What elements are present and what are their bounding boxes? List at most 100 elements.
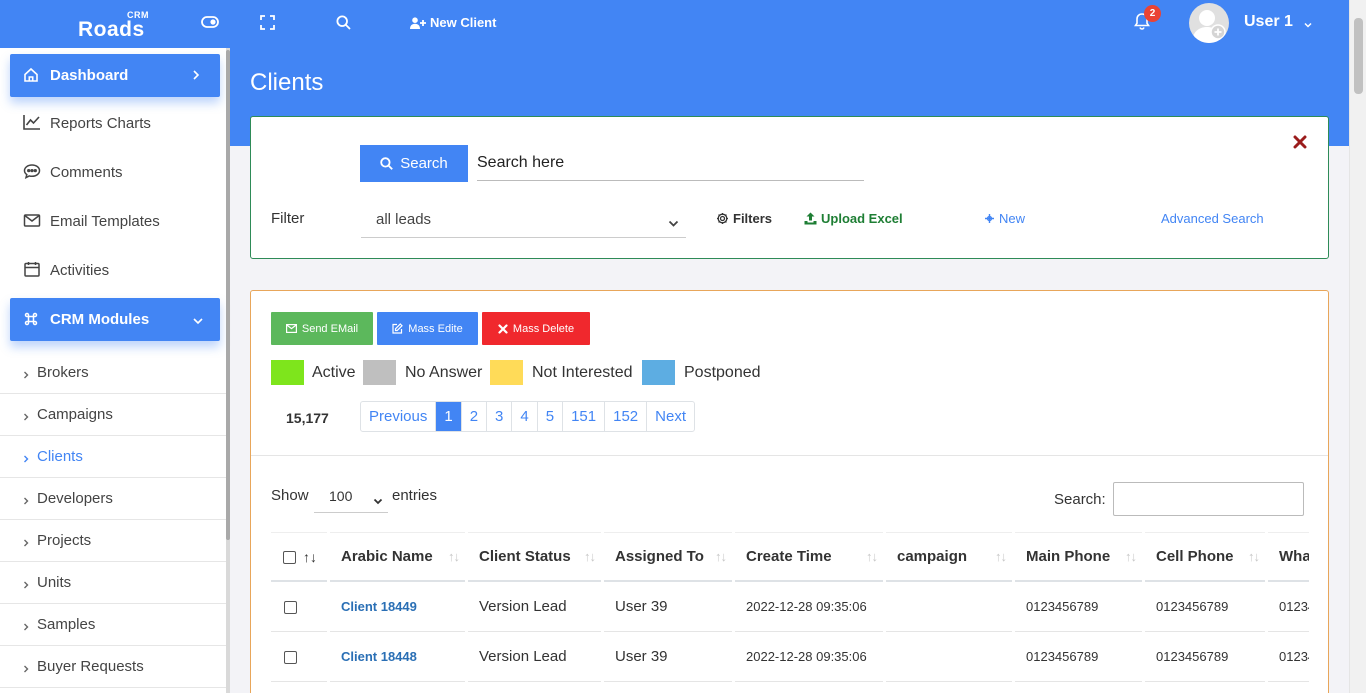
chevron-down-icon bbox=[373, 492, 383, 508]
chevron-right-icon bbox=[23, 493, 29, 510]
chevron-down-icon[interactable] bbox=[1303, 16, 1313, 34]
sort-icon[interactable]: ↑↓ bbox=[303, 549, 317, 565]
select-all-checkbox[interactable] bbox=[283, 550, 296, 564]
search-button-label: Search bbox=[400, 155, 448, 172]
sidebar-item-label: CRM Modules bbox=[50, 311, 150, 328]
sidebar-item-comments[interactable]: Comments bbox=[0, 153, 226, 193]
page-2[interactable]: 2 bbox=[460, 402, 486, 431]
chevron-right-icon bbox=[23, 535, 29, 552]
main-phone-cell: 0123456789 bbox=[1015, 582, 1142, 632]
clients-table: ↑↓ Arabic Name ↑↓ Client Status ↑↓ Assigne… bbox=[271, 532, 1309, 682]
upload-excel-link[interactable]: Upload Excel bbox=[804, 211, 903, 226]
search-input[interactable] bbox=[477, 145, 864, 181]
legend-label: Active bbox=[312, 364, 356, 381]
plus-icon bbox=[985, 214, 994, 223]
sidebar-item-samples[interactable]: Samples bbox=[0, 604, 226, 646]
sidebar-item-label: Clients bbox=[37, 448, 83, 465]
column-header-campaign[interactable]: campaign ↑↓ bbox=[886, 532, 1012, 582]
logo[interactable]: CRM Roads bbox=[78, 10, 158, 41]
new-link[interactable]: New bbox=[984, 211, 1025, 226]
page-1[interactable]: 1 bbox=[435, 402, 461, 431]
sidebar-item-developers[interactable]: Developers bbox=[0, 478, 226, 520]
mass-edit-button[interactable]: Mass Edite bbox=[377, 312, 478, 345]
new-client-button[interactable]: New Client bbox=[410, 15, 496, 30]
filters-link[interactable]: Filters bbox=[716, 211, 772, 226]
page-152[interactable]: 152 bbox=[604, 402, 646, 431]
table-row: Client 18449 Version Lead User 39 2022-1… bbox=[271, 582, 1309, 632]
sidebar-item-activities[interactable]: Activities bbox=[0, 251, 226, 291]
entries-select[interactable]: 100 bbox=[314, 481, 388, 513]
divider bbox=[251, 455, 1328, 456]
assigned-to-cell: User 39 bbox=[604, 632, 732, 682]
username[interactable]: User 1 bbox=[1244, 13, 1293, 31]
chevron-right-icon bbox=[23, 451, 29, 468]
sidebar-item-label: Email Templates bbox=[50, 213, 160, 230]
page-previous[interactable]: Previous bbox=[361, 402, 435, 431]
client-status-cell: Version Lead bbox=[468, 582, 601, 632]
sidebar-item-clients[interactable]: Clients bbox=[0, 436, 226, 478]
pagination: Previous 1 2 3 4 5 151 152 Next bbox=[360, 401, 695, 432]
scrollbar-thumb[interactable] bbox=[1354, 18, 1363, 94]
sidebar: Dashboard Reports Charts Comments Email … bbox=[0, 48, 230, 693]
page-scrollbar[interactable] bbox=[1349, 0, 1366, 693]
select-all-header: ↑↓ bbox=[271, 532, 327, 582]
notifications-button[interactable]: 2 bbox=[1134, 5, 1161, 32]
page-151[interactable]: 151 bbox=[562, 402, 604, 431]
send-email-button[interactable]: Send EMail bbox=[271, 312, 373, 345]
sidebar-item-label: Campaigns bbox=[37, 406, 113, 423]
sidebar-item-crm-modules[interactable]: CRM Modules bbox=[10, 298, 220, 341]
filter-label: Filter bbox=[271, 210, 305, 227]
table-row: Client 18448 Version Lead User 39 2022-1… bbox=[271, 632, 1309, 682]
toggle-icon[interactable] bbox=[200, 12, 220, 32]
fullscreen-icon[interactable] bbox=[257, 12, 277, 32]
sidebar-item-dashboard[interactable]: Dashboard bbox=[10, 54, 220, 97]
sidebar-item-buyer-requests[interactable]: Buyer Requests bbox=[0, 646, 226, 688]
table-search-input[interactable] bbox=[1113, 482, 1304, 516]
search-button[interactable]: Search bbox=[360, 145, 468, 182]
sidebar-item-reports-charts[interactable]: Reports Charts bbox=[0, 104, 226, 144]
row-checkbox[interactable] bbox=[284, 650, 297, 664]
column-header-label: Main Phone bbox=[1026, 548, 1111, 565]
sidebar-item-email-templates[interactable]: Email Templates bbox=[0, 202, 226, 242]
mass-delete-button[interactable]: Mass Delete bbox=[482, 312, 590, 345]
column-header-create-time[interactable]: Create Time ↑↓ bbox=[735, 532, 883, 582]
sort-icon: ↑↓ bbox=[1248, 549, 1260, 564]
page-next[interactable]: Next bbox=[646, 402, 694, 431]
column-header-assigned-to[interactable]: Assigned To ↑↓ bbox=[604, 532, 732, 582]
page-4[interactable]: 4 bbox=[511, 402, 536, 431]
sidebar-item-projects[interactable]: Projects bbox=[0, 520, 226, 562]
chevron-down-icon bbox=[192, 312, 204, 329]
column-header-main-phone[interactable]: Main Phone ↑↓ bbox=[1015, 532, 1142, 582]
client-name-link[interactable]: Client 18449 bbox=[330, 582, 465, 632]
sidebar-item-brokers[interactable]: Brokers bbox=[0, 352, 226, 394]
sort-icon: ↑↓ bbox=[715, 549, 727, 564]
column-header-cell-phone[interactable]: Cell Phone ↑↓ bbox=[1145, 532, 1265, 582]
chevron-right-icon bbox=[23, 409, 29, 426]
column-header-label: Client Status bbox=[479, 548, 571, 565]
search-icon[interactable] bbox=[333, 12, 353, 32]
client-name-link[interactable]: Client 18448 bbox=[330, 632, 465, 682]
close-icon[interactable] bbox=[1293, 135, 1307, 154]
envelope-icon bbox=[285, 324, 297, 333]
page-3[interactable]: 3 bbox=[486, 402, 511, 431]
advanced-search-link[interactable]: Advanced Search bbox=[1161, 211, 1264, 226]
mass-edit-label: Mass Edite bbox=[408, 322, 463, 335]
column-header-arabic-name[interactable]: Arabic Name ↑↓ bbox=[330, 532, 465, 582]
calendar-icon bbox=[23, 261, 41, 281]
whatsapp-cell: 0123456789 bbox=[1268, 582, 1309, 632]
add-user-icon bbox=[410, 16, 426, 29]
sidebar-item-units[interactable]: Units bbox=[0, 562, 226, 604]
filter-select[interactable]: all leads bbox=[361, 205, 686, 238]
create-time-cell: 2022-12-28 09:35:06 bbox=[735, 632, 883, 682]
create-time-cell: 2022-12-28 09:35:06 bbox=[735, 582, 883, 632]
chevron-right-icon bbox=[23, 367, 29, 384]
column-header-client-status[interactable]: Client Status ↑↓ bbox=[468, 532, 601, 582]
filter-value: all leads bbox=[376, 211, 432, 228]
column-header-whatsapp[interactable]: WhatsApp↑↓ bbox=[1268, 532, 1309, 582]
entries-label: entries bbox=[392, 487, 438, 504]
page-5[interactable]: 5 bbox=[536, 402, 562, 431]
comment-icon bbox=[23, 163, 41, 183]
avatar[interactable] bbox=[1189, 3, 1229, 43]
sidebar-item-campaigns[interactable]: Campaigns bbox=[0, 394, 226, 436]
row-checkbox[interactable] bbox=[284, 600, 297, 614]
